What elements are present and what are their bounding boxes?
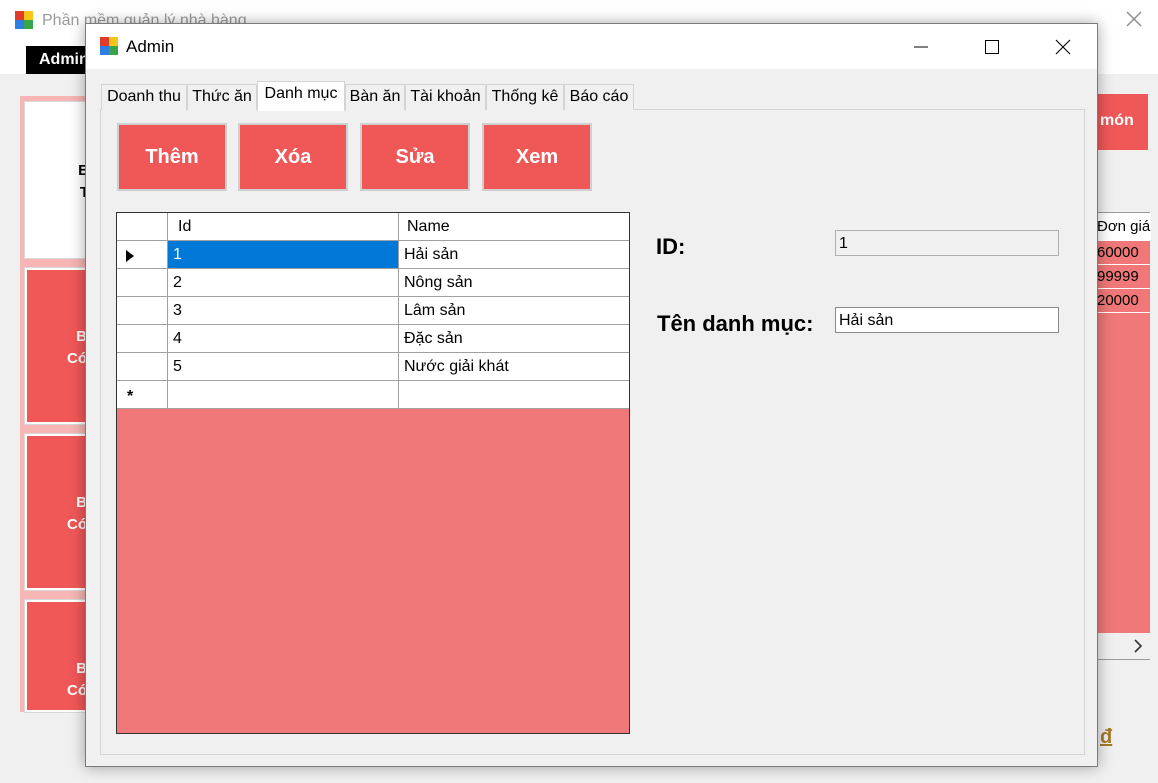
row-header[interactable] (117, 269, 168, 296)
admin-dialog: Admin Doanh thu Thức ăn Danh mục Bàn ăn … (85, 23, 1098, 767)
app-icon (15, 11, 33, 29)
cell-id[interactable]: 5 (168, 353, 399, 380)
order-grid-cell[interactable]: 99999 (1095, 265, 1151, 289)
app-icon (100, 37, 118, 55)
column-header-id[interactable]: Id (168, 213, 399, 240)
table-row[interactable]: 5 Nước giải khát (117, 353, 629, 381)
order-grid-cell[interactable]: 20000 (1095, 289, 1151, 313)
maximize-button[interactable] (969, 24, 1015, 69)
horizontal-scrollbar[interactable] (1095, 633, 1151, 659)
tab-thong-ke[interactable]: Thống kê (486, 84, 564, 110)
row-header[interactable] (117, 353, 168, 380)
add-button[interactable]: Thêm (117, 123, 227, 191)
cell-name[interactable]: Nước giải khát (399, 353, 629, 380)
close-button[interactable] (1040, 24, 1086, 69)
close-icon (1055, 39, 1071, 54)
maximize-icon (985, 39, 999, 54)
new-row[interactable]: * (117, 381, 629, 409)
close-icon[interactable] (1123, 8, 1145, 30)
cell-name[interactable]: Lâm sản (399, 297, 629, 324)
tab-tai-khoan[interactable]: Tài khoản (405, 84, 486, 110)
currency-symbol: đ (1100, 726, 1113, 748)
id-field[interactable] (835, 230, 1059, 256)
order-grid-cell[interactable]: 60000 (1095, 241, 1151, 265)
cell-id[interactable]: 4 (168, 325, 399, 352)
table-row[interactable]: 3 Lâm sản (117, 297, 629, 325)
row-header[interactable] (117, 325, 168, 352)
category-name-field[interactable] (835, 307, 1059, 333)
order-grid[interactable]: Đơn giá 60000 99999 20000 (1094, 212, 1151, 660)
table-row[interactable]: 4 Đặc sản (117, 325, 629, 353)
cell-id[interactable]: 2 (168, 269, 399, 296)
table-row[interactable]: 2 Nông sản (117, 269, 629, 297)
row-header[interactable] (117, 297, 168, 324)
category-grid[interactable]: Id Name 1 Hải sản 2 Nông sản 3 Lâm sản 4… (116, 212, 630, 734)
cell-name[interactable]: Nông sản (399, 269, 629, 296)
row-header-corner[interactable] (117, 213, 168, 240)
edit-button[interactable]: Sửa (360, 123, 470, 191)
add-dish-button[interactable]: món (1094, 94, 1148, 150)
cell-name[interactable]: Hải sản (399, 241, 629, 268)
category-name-label: Tên danh mục: (657, 311, 814, 336)
dialog-title: Admin (126, 37, 175, 56)
table-row[interactable]: 1 Hải sản (117, 241, 629, 269)
tab-thuc-an[interactable]: Thức ăn (187, 84, 257, 110)
tab-ban-an[interactable]: Bàn ăn (345, 84, 405, 110)
tab-doanh-thu[interactable]: Doanh thu (101, 84, 187, 110)
delete-button[interactable]: Xóa (238, 123, 348, 191)
cell-id[interactable]: 3 (168, 297, 399, 324)
row-selector-icon (126, 250, 134, 262)
cell-id[interactable]: 1 (168, 241, 399, 268)
order-grid-header: Đơn giá (1095, 213, 1151, 241)
grid-header-row: Id Name (117, 213, 629, 241)
view-button[interactable]: Xem (482, 123, 592, 191)
row-header[interactable] (117, 241, 168, 268)
dialog-titlebar: Admin (86, 24, 1097, 69)
id-label: ID: (656, 234, 686, 259)
cell-name[interactable] (399, 381, 629, 408)
scroll-right-icon[interactable] (1129, 637, 1147, 655)
column-header-name[interactable]: Name (399, 213, 629, 240)
minimize-button[interactable] (898, 24, 944, 69)
minimize-icon (914, 46, 928, 47)
tab-danh-muc[interactable]: Danh mục (257, 81, 345, 111)
new-row-marker: * (117, 381, 168, 408)
cell-name[interactable]: Đặc sản (399, 325, 629, 352)
cell-id[interactable] (168, 381, 399, 408)
tab-bao-cao[interactable]: Báo cáo (564, 84, 634, 110)
